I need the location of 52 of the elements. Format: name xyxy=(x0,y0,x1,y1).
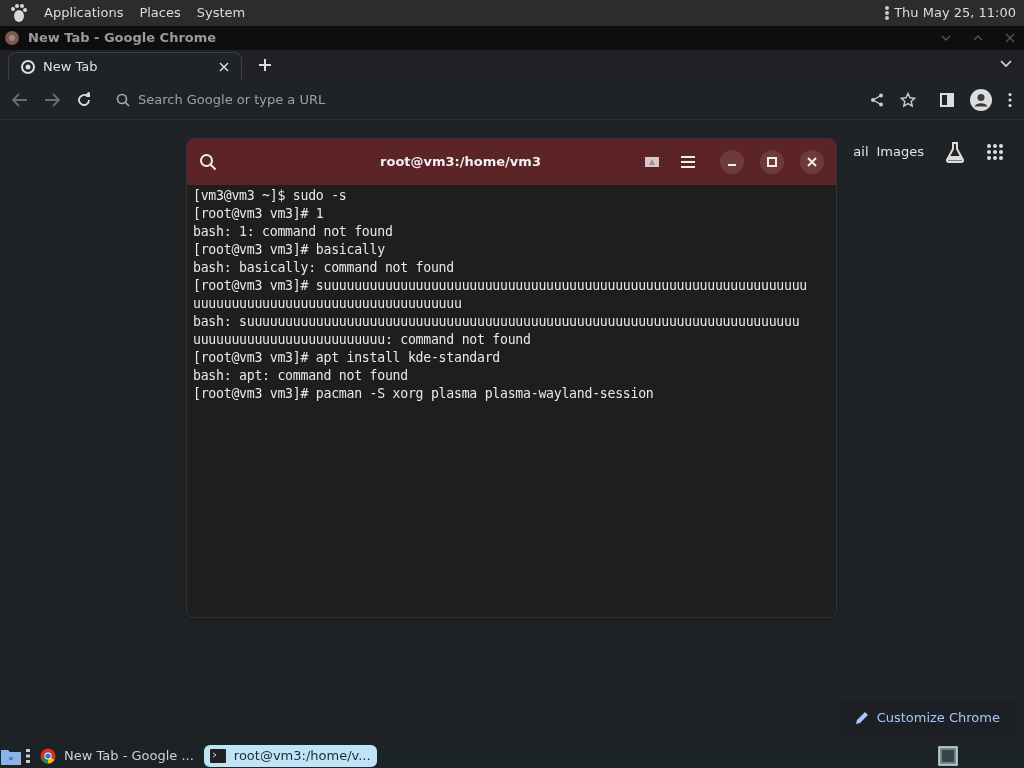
terminal-line: uuuuuuuuuuuuuuuuuuuuuuuuu: command not found xyxy=(193,331,532,349)
taskbar-button[interactable]: root@vm3:/home/v... xyxy=(203,745,377,767)
address-field[interactable]: Search Google or type a URL xyxy=(138,89,846,110)
terminal-line: uuuuuuuuuuuuuuuuuuuuuuuuuuuuuuuuuuu xyxy=(193,295,463,313)
profile-icon[interactable] xyxy=(970,88,992,111)
tab-label: New Tab xyxy=(43,57,99,76)
minimize-button[interactable] xyxy=(720,150,744,174)
more-icon[interactable] xyxy=(884,5,891,21)
chevron-down-icon[interactable] xyxy=(1000,60,1012,68)
terminal-line: [root@vm3 vm3]# pacman -S xorg plasma plasma-wayland-session xyxy=(193,385,655,403)
terminal-icon xyxy=(209,749,226,763)
terminal-line: bash: basically: command not found xyxy=(193,259,455,277)
tab[interactable]: New Tab xyxy=(8,52,242,80)
window-title: New Tab - Google Chrome xyxy=(28,29,217,48)
menu-item[interactable]: System xyxy=(196,3,246,23)
apps-grid-icon[interactable] xyxy=(986,143,1004,161)
star-icon[interactable] xyxy=(900,91,916,108)
side-panel-icon[interactable] xyxy=(940,92,954,107)
handle-icon xyxy=(26,748,30,764)
pencil-icon xyxy=(854,711,869,725)
reload-icon[interactable] xyxy=(76,91,92,108)
terminal-line: [root@vm3 vm3]# basically xyxy=(193,241,386,259)
terminal-line: [vm3@vm3 ~]$ sudo -s xyxy=(193,187,348,205)
new-tab-icon[interactable] xyxy=(258,58,272,72)
search-icon xyxy=(116,92,130,107)
menu-icon[interactable] xyxy=(680,155,696,169)
taskbar-button[interactable]: New Tab - Google ... xyxy=(34,745,200,767)
workspace-icon[interactable] xyxy=(938,746,958,766)
terminal-line: bash: apt: command not found xyxy=(193,367,409,385)
back-icon[interactable] xyxy=(12,92,28,107)
menu-item[interactable]: Places xyxy=(139,3,181,23)
terminal-line: bash: suuuuuuuuuuuuuuuuuuuuuuuuuuuuuuuuuuuuuuuuuuuuuuuuuuuuuuuuuuuuuuuuuuuuuuuu xyxy=(193,313,801,331)
search-icon[interactable] xyxy=(199,153,217,171)
flask-icon[interactable] xyxy=(944,141,966,163)
close-button[interactable] xyxy=(800,150,824,174)
maximize-icon[interactable] xyxy=(972,33,984,43)
more-icon[interactable] xyxy=(1008,91,1012,108)
terminal-line: [root@vm3 vm3]# apt install kde-standard xyxy=(193,349,502,367)
forward-icon[interactable] xyxy=(44,92,60,107)
minimize-icon[interactable] xyxy=(940,33,952,43)
clock: Thu May 25, 11:00 xyxy=(894,4,1016,23)
terminal-line: [root@vm3 vm3]# 1 xyxy=(193,205,325,223)
images-link[interactable]: Images xyxy=(876,142,924,162)
menu-item[interactable]: Applications xyxy=(44,3,124,23)
customize-chrome-button[interactable]: Customize Chrome xyxy=(838,700,1016,736)
gmail-link[interactable]: ail xyxy=(853,142,869,162)
share-icon[interactable] xyxy=(870,92,884,107)
maximize-button[interactable] xyxy=(760,150,784,174)
terminal-line: [root@vm3 vm3]# suuuuuuuuuuuuuuuuuuuuuuuuuuuuuuuuuuuuuuuuuuuuuuuuuuuuuuuuuuuuuuu xyxy=(193,277,809,295)
terminal-line: bash: 1: command not found xyxy=(193,223,394,241)
foot-icon[interactable] xyxy=(8,3,28,23)
terminal-title: root@vm3:/home/vm3 xyxy=(379,153,542,172)
